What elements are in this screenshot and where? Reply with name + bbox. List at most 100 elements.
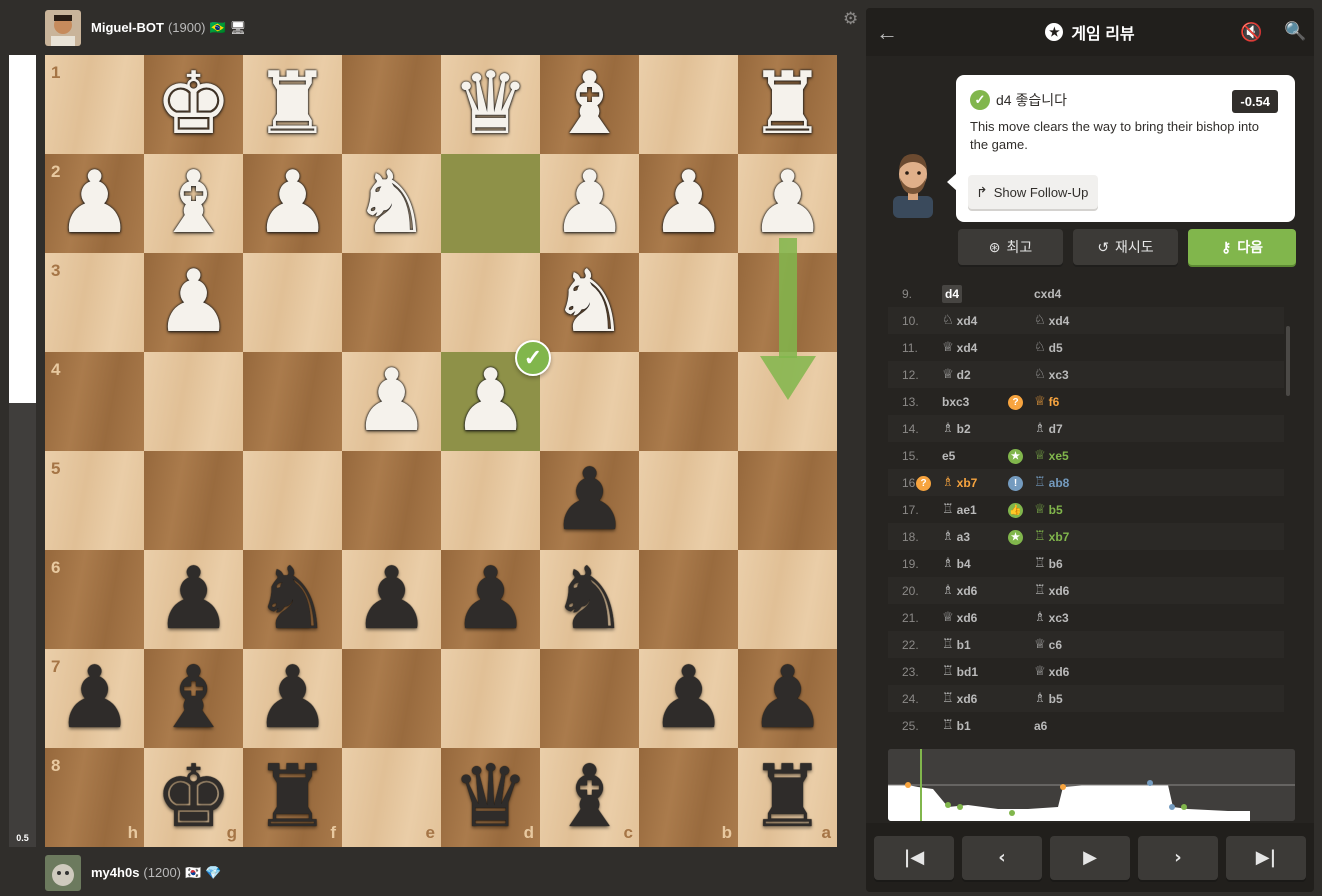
last-move-button[interactable]: ▶| — [1226, 835, 1306, 880]
black-move[interactable]: ♕ xd6 — [1028, 664, 1120, 679]
white-move[interactable]: ♘ xd4 — [936, 313, 1028, 328]
square-b2[interactable]: ♟ — [639, 154, 738, 253]
square-c8[interactable]: c ♝ — [540, 748, 639, 847]
square-e7[interactable] — [342, 649, 441, 748]
square-d2[interactable] — [441, 154, 540, 253]
black-pawn-icon[interactable]: ♟ — [144, 550, 243, 649]
black-bishop-icon[interactable]: ♝ — [540, 748, 639, 847]
square-a1[interactable]: ♜ — [738, 55, 837, 154]
white-rook-icon[interactable]: ♜ — [738, 55, 837, 154]
next-move-button[interactable]: › — [1138, 835, 1218, 880]
bottom-player-name[interactable]: my4h0s — [91, 865, 139, 880]
square-d3[interactable] — [441, 253, 540, 352]
square-g3[interactable]: ♟ — [144, 253, 243, 352]
black-move[interactable]: 👍 ♕ b5 — [1008, 502, 1120, 518]
square-h1[interactable]: 1 — [45, 55, 144, 154]
black-move[interactable]: a6 — [1028, 719, 1120, 733]
square-e4[interactable]: ♟ — [342, 352, 441, 451]
white-pawn-icon[interactable]: ♟ — [45, 154, 144, 253]
white-move[interactable]: ♕ xd4 — [936, 340, 1028, 355]
square-f3[interactable] — [243, 253, 342, 352]
white-bishop-icon[interactable]: ♝ — [540, 55, 639, 154]
black-move[interactable]: ! ♖ ab8 — [1008, 475, 1120, 491]
play-button[interactable]: ▶ — [1050, 835, 1130, 880]
square-f1[interactable]: ♜ — [243, 55, 342, 154]
white-move[interactable]: ♖ bd1 — [936, 664, 1028, 679]
square-g8[interactable]: g ♚ — [144, 748, 243, 847]
square-e1[interactable] — [342, 55, 441, 154]
white-pawn-icon[interactable]: ♟ — [342, 352, 441, 451]
white-bishop-icon[interactable]: ♝ — [144, 154, 243, 253]
square-h2[interactable]: 2 ♟ — [45, 154, 144, 253]
black-move[interactable]: ♖ b6 — [1028, 556, 1120, 571]
black-move[interactable]: ★ ♖ xb7 — [1008, 529, 1120, 545]
white-knight-icon[interactable]: ♞ — [342, 154, 441, 253]
square-d5[interactable] — [441, 451, 540, 550]
square-c6[interactable]: ♞ — [540, 550, 639, 649]
square-d8[interactable]: d ♛ — [441, 748, 540, 847]
move-list-scrollbar[interactable] — [1286, 298, 1290, 734]
square-g2[interactable]: ♝ — [144, 154, 243, 253]
black-pawn-icon[interactable]: ♟ — [441, 550, 540, 649]
square-f6[interactable]: ♞ — [243, 550, 342, 649]
square-h4[interactable]: 4 — [45, 352, 144, 451]
evaluation-graph[interactable] — [888, 749, 1295, 821]
square-f7[interactable]: ♟ — [243, 649, 342, 748]
square-g7[interactable]: ♝ — [144, 649, 243, 748]
black-move[interactable]: ♘ d5 — [1028, 340, 1120, 355]
square-g6[interactable]: ♟ — [144, 550, 243, 649]
black-move[interactable]: ♕ c6 — [1028, 637, 1120, 652]
top-player-name[interactable]: Miguel-BOT — [91, 20, 164, 35]
black-move[interactable]: ♗ b5 — [1028, 691, 1120, 706]
square-c4[interactable] — [540, 352, 639, 451]
black-knight-icon[interactable]: ♞ — [243, 550, 342, 649]
square-h8[interactable]: 8h — [45, 748, 144, 847]
white-move[interactable]: ♗ b2 — [936, 421, 1028, 436]
white-move[interactable]: ♕ xd6 — [936, 610, 1028, 625]
white-move[interactable]: ♗ b4 — [936, 556, 1028, 571]
white-queen-icon[interactable]: ♛ — [441, 55, 540, 154]
square-e3[interactable] — [342, 253, 441, 352]
square-h5[interactable]: 5 — [45, 451, 144, 550]
move-list[interactable]: 9. d4 cxd4 10. ♘ xd4 ♘ xd4 11. ♕ xd4 ♘ d5 12. ♕ d2 ♘ xc3 1… — [888, 280, 1284, 742]
square-c3[interactable]: ♞ — [540, 253, 639, 352]
black-queen-icon[interactable]: ♛ — [441, 748, 540, 847]
white-move[interactable]: d4 — [936, 284, 1028, 303]
square-e8[interactable]: e — [342, 748, 441, 847]
show-follow-up-button[interactable]: ↱ Show Follow-Up — [968, 175, 1099, 209]
black-pawn-icon[interactable]: ♟ — [45, 649, 144, 748]
retry-button[interactable]: ↺ 재시도 — [1073, 229, 1178, 265]
square-b3[interactable] — [639, 253, 738, 352]
square-d1[interactable]: ♛ — [441, 55, 540, 154]
white-move[interactable]: ♖ xd6 — [936, 691, 1028, 706]
black-move[interactable]: ? ♕ f6 — [1008, 394, 1120, 410]
square-f2[interactable]: ♟ — [243, 154, 342, 253]
best-move-button[interactable]: ⊛ 최고 — [958, 229, 1063, 265]
square-b1[interactable] — [639, 55, 738, 154]
square-c2[interactable]: ♟ — [540, 154, 639, 253]
square-h6[interactable]: 6 — [45, 550, 144, 649]
white-king-icon[interactable]: ♚ — [144, 55, 243, 154]
white-pawn-icon[interactable]: ♟ — [144, 253, 243, 352]
next-button[interactable]: ⚷ 다음 — [1188, 229, 1296, 265]
black-move[interactable]: ♘ xc3 — [1028, 367, 1120, 382]
black-move[interactable]: ♗ d7 — [1028, 421, 1120, 436]
analysis-search-icon[interactable]: 🔍 — [1284, 21, 1306, 42]
chess-board[interactable]: 1 ♚ ♜ ♛ ♝ ♜ 2 ♟ ♝ ♟ ♞ ♟ ♟ ♟ 3 ♟ ♞ 4 ♟ ♟ 5 ♟ 6 ♟ ♞ ♟ ♟ ♞ 7 ♟ ♝ ♟ ♟ ♟ 8 h g ♚ f ♜… — [45, 55, 837, 847]
black-bishop-icon[interactable]: ♝ — [144, 649, 243, 748]
black-rook-icon[interactable]: ♜ — [738, 748, 837, 847]
black-move[interactable]: ♖ xd6 — [1028, 583, 1120, 598]
square-e2[interactable]: ♞ — [342, 154, 441, 253]
square-e6[interactable]: ♟ — [342, 550, 441, 649]
square-d7[interactable] — [441, 649, 540, 748]
square-h3[interactable]: 3 — [45, 253, 144, 352]
square-e5[interactable] — [342, 451, 441, 550]
square-a7[interactable]: ♟ — [738, 649, 837, 748]
black-pawn-icon[interactable]: ♟ — [540, 451, 639, 550]
square-g5[interactable] — [144, 451, 243, 550]
black-king-icon[interactable]: ♚ — [144, 748, 243, 847]
black-move[interactable]: ♘ xd4 — [1028, 313, 1120, 328]
black-pawn-icon[interactable]: ♟ — [738, 649, 837, 748]
square-h7[interactable]: 7 ♟ — [45, 649, 144, 748]
black-move[interactable]: ♗ xc3 — [1028, 610, 1120, 625]
